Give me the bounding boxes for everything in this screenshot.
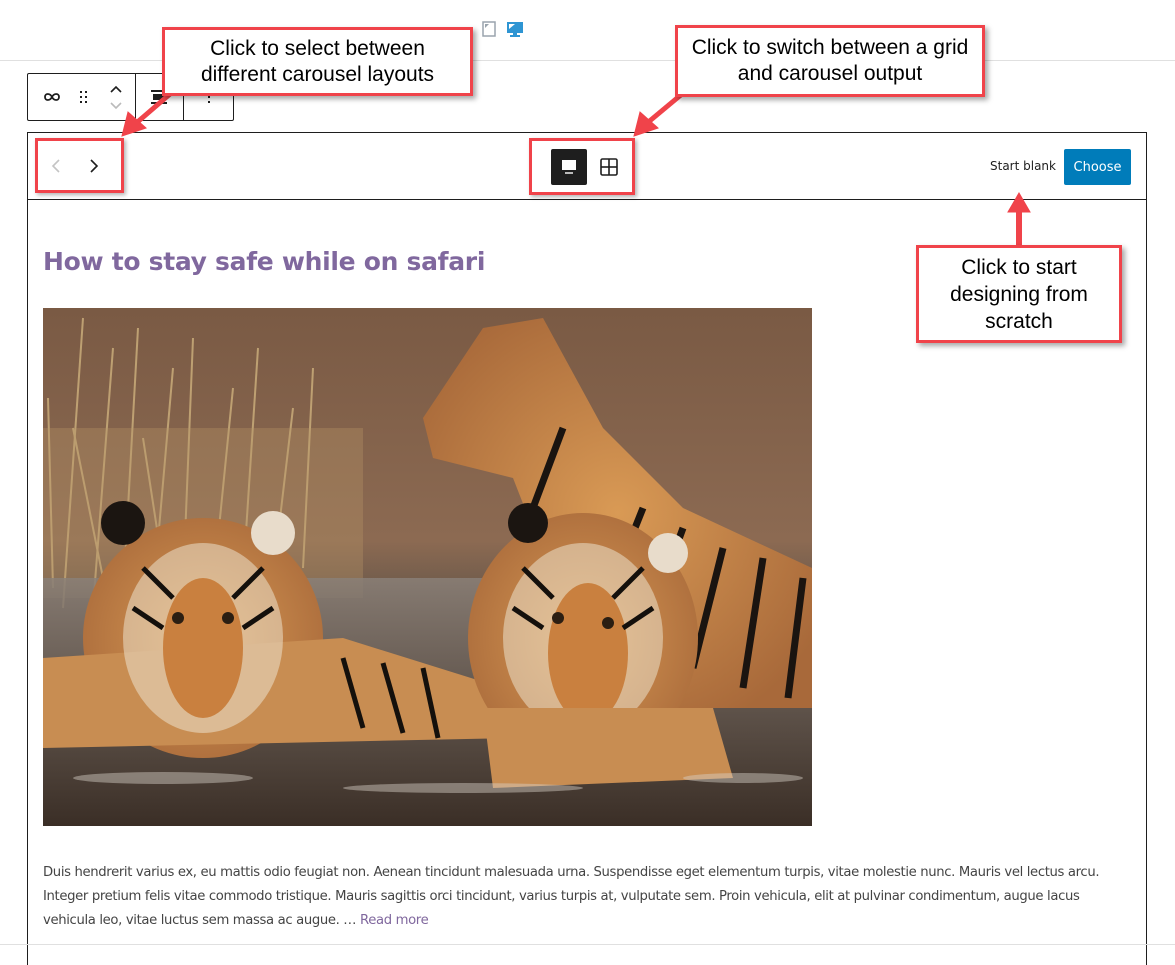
highlight-view-toggle bbox=[529, 138, 635, 195]
read-more-link[interactable]: Read more bbox=[360, 913, 429, 928]
device-preview-switcher bbox=[480, 20, 524, 38]
divider bbox=[0, 944, 1175, 945]
post-featured-image bbox=[43, 308, 812, 826]
drag-handle-icon[interactable] bbox=[70, 74, 98, 120]
carousel-loop-icon[interactable] bbox=[38, 74, 66, 120]
desktop-icon[interactable] bbox=[506, 20, 524, 38]
excerpt-text: Duis hendrerit varius ex, eu mattis odio… bbox=[43, 865, 1100, 928]
tiger-photo bbox=[43, 308, 812, 826]
post-excerpt: Duis hendrerit varius ex, eu mattis odio… bbox=[43, 861, 1123, 933]
move-up-button[interactable] bbox=[104, 81, 128, 97]
choose-button[interactable]: Choose bbox=[1064, 149, 1131, 185]
callout-start-blank: Click to start designing from scratch bbox=[916, 245, 1122, 343]
tablet-icon[interactable] bbox=[480, 20, 498, 38]
callout-grid-carousel: Click to switch between a grid and carou… bbox=[675, 25, 985, 97]
callout-layouts: Click to select between different carous… bbox=[162, 27, 473, 96]
start-blank-button[interactable]: Start blank bbox=[984, 157, 1062, 175]
move-down-button[interactable] bbox=[104, 97, 128, 113]
highlight-layout-nav bbox=[35, 138, 124, 193]
block-movers bbox=[102, 74, 130, 120]
toolbar-group-block bbox=[28, 74, 136, 120]
post-title[interactable]: How to stay safe while on safari bbox=[43, 247, 485, 276]
